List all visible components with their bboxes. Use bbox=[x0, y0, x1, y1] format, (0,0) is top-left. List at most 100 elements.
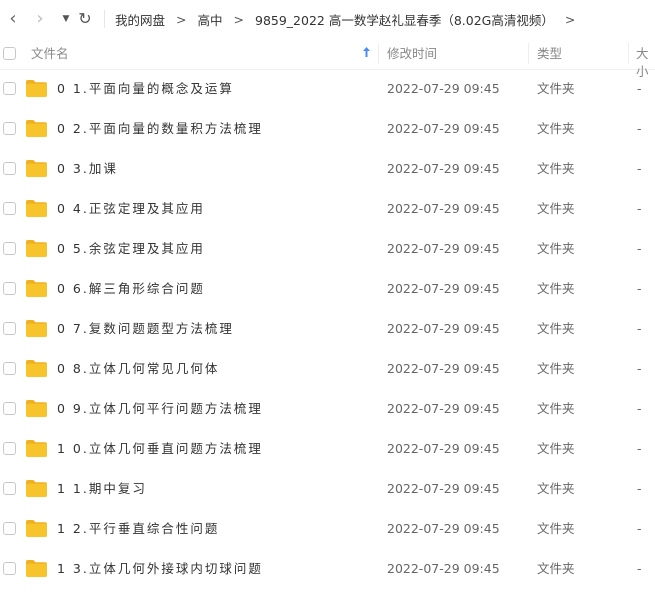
row-checkbox[interactable] bbox=[3, 122, 16, 135]
file-row[interactable]: 0 3.加课 2022-07-29 09:45 文件夹 - bbox=[0, 149, 655, 189]
sort-ascending-icon[interactable] bbox=[362, 46, 371, 58]
column-header-type[interactable]: 类型 bbox=[537, 45, 562, 63]
row-checkbox[interactable] bbox=[3, 362, 16, 375]
file-row[interactable]: 0 6.解三角形综合问题 2022-07-29 09:45 文件夹 - bbox=[0, 269, 655, 309]
folder-icon bbox=[26, 520, 47, 537]
file-size: - bbox=[637, 481, 642, 496]
file-name[interactable]: 1 3.立体几何外接球内切球问题 bbox=[57, 560, 263, 578]
file-name[interactable]: 1 1.期中复习 bbox=[57, 480, 147, 498]
row-checkbox[interactable] bbox=[3, 242, 16, 255]
column-header-modified[interactable]: 修改时间 bbox=[387, 45, 437, 63]
folder-icon bbox=[26, 360, 47, 377]
file-name[interactable]: 0 6.解三角形综合问题 bbox=[57, 280, 205, 298]
folder-icon bbox=[26, 560, 47, 577]
file-type: 文件夹 bbox=[537, 521, 575, 536]
breadcrumb-separator: > bbox=[233, 11, 244, 27]
toolbar-divider bbox=[104, 10, 105, 28]
forward-arrow-icon[interactable]: › bbox=[31, 9, 49, 29]
file-row[interactable]: 1 0.立体几何垂直问题方法梳理 2022-07-29 09:45 文件夹 - bbox=[0, 429, 655, 469]
file-type: 文件夹 bbox=[537, 321, 575, 336]
file-name[interactable]: 0 3.加课 bbox=[57, 160, 118, 178]
back-arrow-icon[interactable]: ‹ bbox=[4, 9, 22, 29]
file-type: 文件夹 bbox=[537, 201, 575, 216]
breadcrumb-item-level1[interactable]: 高中 bbox=[198, 10, 223, 29]
file-type: 文件夹 bbox=[537, 361, 575, 376]
toolbar: ‹ › ▼ ↻ 我的网盘 > 高中 > 9859_2022 高一数学赵礼显春季（… bbox=[0, 0, 655, 38]
row-checkbox[interactable] bbox=[3, 202, 16, 215]
row-checkbox[interactable] bbox=[3, 562, 16, 575]
column-divider[interactable] bbox=[628, 43, 629, 64]
file-size: - bbox=[637, 121, 642, 136]
file-row[interactable]: 0 2.平面向量的数量积方法梳理 2022-07-29 09:45 文件夹 - bbox=[0, 109, 655, 149]
file-row[interactable]: 1 1.期中复习 2022-07-29 09:45 文件夹 - bbox=[0, 469, 655, 509]
file-row[interactable]: 0 1.平面向量的概念及运算 2022-07-29 09:45 文件夹 - bbox=[0, 69, 655, 109]
folder-icon bbox=[26, 480, 47, 497]
file-modified-date: 2022-07-29 09:45 bbox=[387, 281, 500, 296]
row-checkbox[interactable] bbox=[3, 282, 16, 295]
row-checkbox[interactable] bbox=[3, 402, 16, 415]
row-checkbox[interactable] bbox=[3, 322, 16, 335]
file-modified-date: 2022-07-29 09:45 bbox=[387, 241, 500, 256]
file-name[interactable]: 0 9.立体几何平行问题方法梳理 bbox=[57, 400, 263, 418]
file-type: 文件夹 bbox=[537, 561, 575, 576]
breadcrumb: 我的网盘 > 高中 > 9859_2022 高一数学赵礼显春季（8.02G高清视… bbox=[115, 10, 586, 28]
breadcrumb-item-current[interactable]: 9859_2022 高一数学赵礼显春季（8.02G高清视频） bbox=[255, 10, 554, 29]
folder-icon bbox=[26, 440, 47, 457]
file-size: - bbox=[637, 521, 642, 536]
refresh-icon[interactable]: ↻ bbox=[76, 9, 94, 29]
row-checkbox[interactable] bbox=[3, 162, 16, 175]
file-modified-date: 2022-07-29 09:45 bbox=[387, 481, 500, 496]
file-row[interactable]: 0 9.立体几何平行问题方法梳理 2022-07-29 09:45 文件夹 - bbox=[0, 389, 655, 429]
file-modified-date: 2022-07-29 09:45 bbox=[387, 561, 500, 576]
file-name[interactable]: 0 4.正弦定理及其应用 bbox=[57, 200, 205, 218]
folder-icon bbox=[26, 240, 47, 257]
file-name[interactable]: 0 2.平面向量的数量积方法梳理 bbox=[57, 120, 263, 138]
file-name[interactable]: 0 7.复数问题题型方法梳理 bbox=[57, 320, 234, 338]
file-size: - bbox=[637, 561, 642, 576]
column-header: 文件名 修改时间 类型 大小 bbox=[0, 38, 655, 79]
column-divider[interactable] bbox=[378, 43, 379, 64]
column-divider[interactable] bbox=[528, 43, 529, 64]
file-name[interactable]: 1 0.立体几何垂直问题方法梳理 bbox=[57, 440, 263, 458]
file-type: 文件夹 bbox=[537, 401, 575, 416]
file-modified-date: 2022-07-29 09:45 bbox=[387, 361, 500, 376]
file-row[interactable]: 1 3.立体几何外接球内切球问题 2022-07-29 09:45 文件夹 - bbox=[0, 549, 655, 589]
row-checkbox[interactable] bbox=[3, 482, 16, 495]
row-checkbox[interactable] bbox=[3, 522, 16, 535]
column-header-name[interactable]: 文件名 bbox=[31, 45, 69, 63]
file-size: - bbox=[637, 241, 642, 256]
file-type: 文件夹 bbox=[537, 481, 575, 496]
file-modified-date: 2022-07-29 09:45 bbox=[387, 401, 500, 416]
file-row[interactable]: 0 4.正弦定理及其应用 2022-07-29 09:45 文件夹 - bbox=[0, 189, 655, 229]
history-dropdown-icon[interactable]: ▼ bbox=[57, 9, 75, 29]
file-size: - bbox=[637, 81, 642, 96]
file-size: - bbox=[637, 361, 642, 376]
folder-icon bbox=[26, 80, 47, 97]
folder-icon bbox=[26, 320, 47, 337]
file-size: - bbox=[637, 281, 642, 296]
file-row[interactable]: 0 5.余弦定理及其应用 2022-07-29 09:45 文件夹 - bbox=[0, 229, 655, 269]
file-modified-date: 2022-07-29 09:45 bbox=[387, 321, 500, 336]
file-row[interactable]: 0 8.立体几何常见几何体 2022-07-29 09:45 文件夹 - bbox=[0, 349, 655, 389]
file-type: 文件夹 bbox=[537, 121, 575, 136]
file-modified-date: 2022-07-29 09:45 bbox=[387, 441, 500, 456]
row-checkbox[interactable] bbox=[3, 442, 16, 455]
file-size: - bbox=[637, 201, 642, 216]
file-row[interactable]: 0 7.复数问题题型方法梳理 2022-07-29 09:45 文件夹 - bbox=[0, 309, 655, 349]
select-all-checkbox[interactable] bbox=[3, 47, 16, 60]
file-size: - bbox=[637, 321, 642, 336]
folder-icon bbox=[26, 400, 47, 417]
file-name[interactable]: 0 8.立体几何常见几何体 bbox=[57, 360, 219, 378]
folder-icon bbox=[26, 280, 47, 297]
file-name[interactable]: 1 2.平行垂直综合性问题 bbox=[57, 520, 219, 538]
column-header-size[interactable]: 大小 bbox=[636, 45, 655, 79]
file-list: 0 1.平面向量的概念及运算 2022-07-29 09:45 文件夹 - 0 … bbox=[0, 69, 655, 589]
file-name[interactable]: 0 5.余弦定理及其应用 bbox=[57, 240, 205, 258]
file-row[interactable]: 1 2.平行垂直综合性问题 2022-07-29 09:45 文件夹 - bbox=[0, 509, 655, 549]
file-type: 文件夹 bbox=[537, 281, 575, 296]
folder-icon bbox=[26, 200, 47, 217]
breadcrumb-item-root[interactable]: 我的网盘 bbox=[115, 10, 165, 29]
file-name[interactable]: 0 1.平面向量的概念及运算 bbox=[57, 80, 234, 98]
file-modified-date: 2022-07-29 09:45 bbox=[387, 201, 500, 216]
row-checkbox[interactable] bbox=[3, 82, 16, 95]
